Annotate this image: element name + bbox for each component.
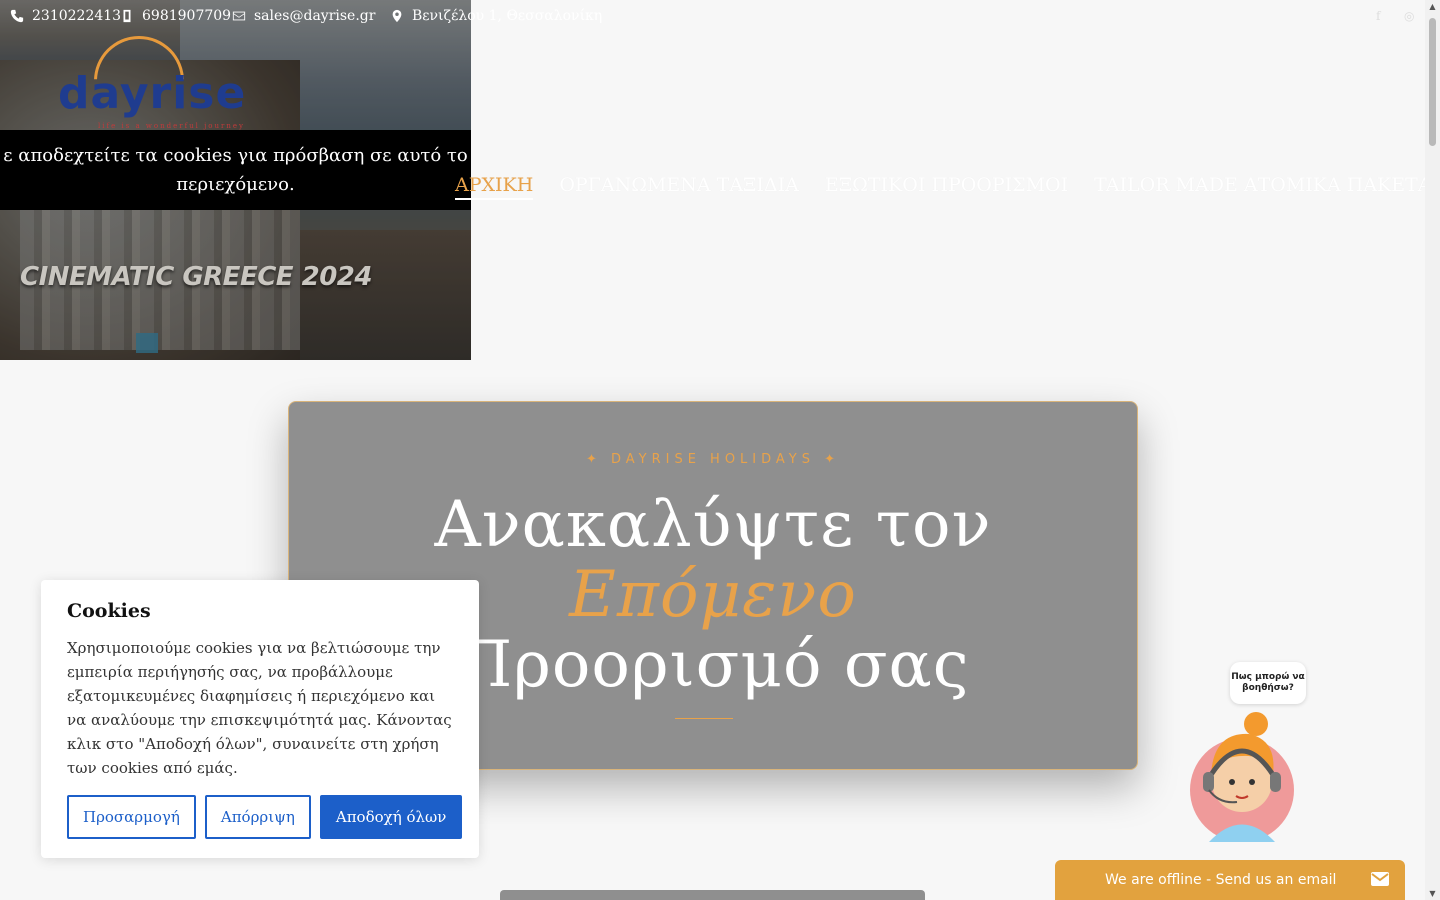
scroll-up-arrow-icon[interactable]: ▲: [1428, 2, 1437, 11]
nav-item-exotic-destinations[interactable]: ΕΞΩΤΙΚΟΙ ΠΡΟΟΡΙΣΜΟΙ: [825, 174, 1068, 200]
page-scrollbar[interactable]: ▲ ▼: [1425, 0, 1440, 900]
instagram-icon[interactable]: ◎: [1404, 4, 1414, 28]
offline-chat-bar[interactable]: We are offline - Send us an email: [1055, 860, 1405, 900]
hero-kicker: ✦ DAYRISE HOLIDAYS ✦: [585, 452, 841, 467]
hero-divider: [675, 718, 733, 719]
consent-body: Χρησιμοποιούμε cookies για να βελτιώσουμ…: [67, 639, 452, 777]
consent-buttons: Προσαρμογή Απόρριψη Αποδοχή όλων: [67, 795, 463, 839]
video-caption: CINEMATIC GREECE 2024: [20, 262, 372, 292]
phone-1: 2310222413: [32, 8, 122, 24]
video-cookie-notice: ε αποδεχτείτε τα cookies για πρόσβαση σε…: [0, 130, 471, 210]
email-address: sales@dayrise.gr: [254, 8, 376, 24]
scroll-down-arrow-icon[interactable]: ▼: [1428, 889, 1437, 898]
support-agent-avatar-icon[interactable]: [1189, 712, 1295, 848]
mobile-icon: [123, 9, 131, 23]
main-nav: ΑΡΧΙΚΗ ΟΡΓΑΝΩΜΕΝΑ ΤΑΞΙΔΙΑ ΕΞΩΤΙΚΟΙ ΠΡΟΟΡ…: [455, 174, 1432, 200]
accept-all-button[interactable]: Αποδοχή όλων: [319, 795, 463, 839]
chat-bar-text: We are offline - Send us an email: [1105, 872, 1337, 888]
chat-speech-bubble[interactable]: Πως μπορώ να βοηθήσω?: [1230, 662, 1306, 704]
logo-wordmark: dayrise: [58, 68, 247, 119]
map-pin-icon: [392, 9, 402, 23]
cookie-consent-dialog: Cookies Χρησιμοποιούμε cookies για να βε…: [41, 580, 479, 858]
phone-contact[interactable]: 2310222413: [10, 4, 121, 28]
top-contact-bar: 2310222413 6981907709 sales@dayrise.gr Β…: [0, 4, 1440, 28]
customize-button[interactable]: Προσαρμογή: [67, 795, 196, 839]
cookie-notice-line-1: ε αποδεχτείτε τα cookies για πρόσβαση σε…: [3, 145, 468, 166]
hero-line-3: Προορισμό σας: [456, 628, 970, 702]
facebook-icon[interactable]: f: [1376, 4, 1380, 28]
phone-2: 6981907709: [142, 8, 232, 24]
address-contact[interactable]: Βενιζέλου 1, Θεσσαλονίκη: [390, 4, 602, 28]
consent-title: Cookies: [67, 600, 151, 622]
reject-button[interactable]: Απόρριψη: [204, 795, 311, 839]
address-text: Βενιζέλου 1, Θεσσαλονίκη: [412, 8, 603, 24]
site-logo[interactable]: dayrise life is a wonderful journey: [58, 32, 263, 132]
mobile-contact[interactable]: 6981907709: [120, 4, 231, 28]
hero-line-1: Ανακαλύψτε τον: [434, 488, 992, 562]
envelope-icon: [1371, 872, 1389, 886]
nav-item-home[interactable]: ΑΡΧΙΚΗ: [455, 174, 534, 200]
envelope-icon: [232, 11, 246, 21]
logo-tagline: life is a wonderful journey: [98, 122, 245, 130]
next-section-card: [500, 890, 925, 900]
scrollbar-thumb[interactable]: [1429, 18, 1436, 146]
email-contact[interactable]: sales@dayrise.gr: [232, 4, 375, 28]
nav-item-organized-trips[interactable]: ΟΡΓΑΝΩΜΕΝΑ ΤΑΞΙΔΙΑ: [559, 174, 799, 200]
nav-item-tailor-made[interactable]: TAILOR MADE ΑΤΟΜΙΚΑ ΠΑΚΕΤΑ: [1094, 174, 1431, 200]
phone-icon: [10, 9, 24, 23]
cookie-notice-line-2: περιεχόμενο.: [176, 174, 295, 195]
